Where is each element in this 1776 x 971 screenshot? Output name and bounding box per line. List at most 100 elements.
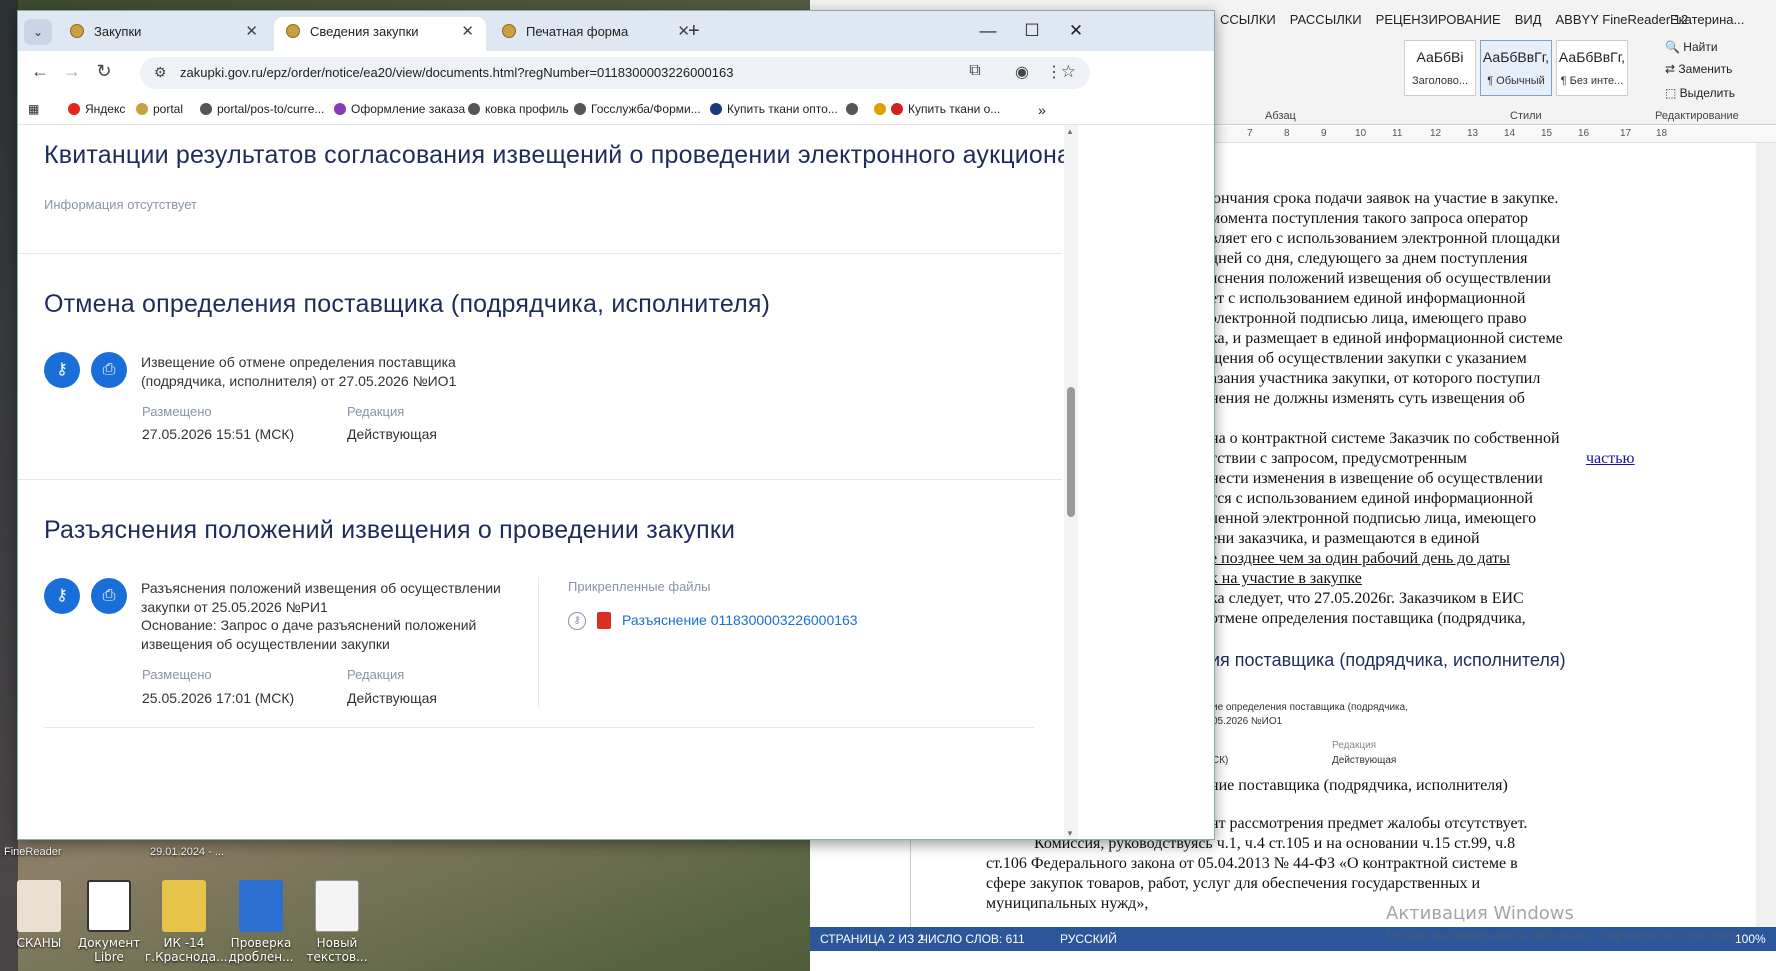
bookmark-globe[interactable] (846, 102, 863, 116)
bookmark-forging[interactable]: ковка профиль (468, 102, 569, 116)
column-separator (538, 577, 539, 707)
url-text[interactable]: zakupki.gov.ru/epz/order/notice/ea20/vie… (180, 65, 733, 80)
bookmark-order[interactable]: Оформление заказа (334, 102, 465, 116)
desktop-icon-label: Документ Libre (77, 936, 141, 964)
activation-subtitle: Чтобы активировать Windows, перейдите в … (1386, 929, 1737, 944)
bookmark-label: Купить ткани о... (908, 102, 1001, 116)
word-vertical-scrollbar[interactable] (1756, 143, 1776, 927)
profile-icon[interactable]: ◉ (1010, 62, 1034, 82)
status-words[interactable]: ЧИСЛО СЛОВ: 611 (920, 932, 1025, 946)
view-signature-button[interactable]: ⚷ (44, 352, 80, 388)
document-link-clarification[interactable]: Разъяснения положений извещения об осуще… (141, 579, 521, 617)
style-normal[interactable]: АаБбВвГг, ¶ Обычный (1480, 40, 1552, 96)
menu-kebab-icon[interactable]: ⋮ (1042, 62, 1066, 82)
style-preview: АаБбВвГг, (1558, 49, 1626, 65)
printer-icon: ⎙ (102, 587, 116, 604)
ribbon-tab[interactable]: ВИД (1515, 12, 1542, 27)
forward-button[interactable]: → (60, 61, 84, 82)
find-label: Найти (1683, 40, 1718, 54)
status-page[interactable]: СТРАНИЦА 2 ИЗ 2 (820, 932, 924, 946)
address-bar[interactable]: ⚙ zakupki.gov.ru/epz/order/notice/ea20/v… (140, 57, 1090, 89)
extensions-icon[interactable]: ⧉ (963, 62, 987, 80)
print-button[interactable]: ⎙ (91, 578, 127, 614)
site-info-icon[interactable]: ⚙ (154, 64, 167, 81)
close-window-button[interactable]: ✕ (1056, 17, 1096, 45)
bookmark-label: ковка профиль (485, 102, 569, 116)
bookmark-label: Купить ткани опто... (727, 102, 838, 116)
tab-search-button[interactable]: ⌄ (24, 19, 52, 45)
attached-file-link[interactable]: Разъяснение 0118300003226000163 (622, 612, 858, 628)
desktop-icon-scans[interactable]: СКАНЫ (0, 880, 78, 950)
tab-procurement-info[interactable]: Сведения закупки ✕ (274, 17, 486, 51)
activation-title: Активация Windows (1386, 903, 1574, 924)
doc-line: отмене определения поставщика (подрядчик… (1210, 610, 1526, 627)
pdf-folder-icon (17, 880, 61, 932)
doc-line: ленной электронной подписью лица, имеюще… (1210, 510, 1537, 527)
desktop-caption-date: 29.01.2024 - ... (150, 846, 224, 858)
reload-button[interactable]: ↻ (92, 61, 116, 82)
bookmark-label: Госслужба/Форми... (591, 102, 701, 116)
minimize-button[interactable]: — (968, 17, 1008, 45)
desktop-icon-check[interactable]: Проверка дроблен... (222, 880, 300, 964)
bookmarks-overflow-icon[interactable]: » (1038, 102, 1046, 118)
zip-folder-icon (162, 880, 206, 932)
ribbon-tab[interactable]: ABBYY FineReader 12 (1556, 12, 1689, 27)
bookmark-gossluzhba[interactable]: Госслужба/Форми... (574, 102, 701, 116)
style-no-spacing[interactable]: АаБбВвГг, ¶ Без инте... (1556, 40, 1628, 96)
scroll-up-arrow-icon[interactable]: ▲ (1066, 127, 1074, 136)
section-title-clarifications: Разъяснения положений извещения о провед… (44, 516, 736, 544)
doc-line: ка следует, что 27.05.2026г. Заказчиком … (1210, 590, 1524, 607)
globe-icon (468, 103, 480, 115)
tab-zakupki[interactable]: Закупки ✕ (58, 17, 270, 51)
bookmark-yandex[interactable]: Яндекс (68, 102, 125, 116)
style-preview: АаБбВвГг, (1482, 49, 1550, 65)
posted-label: Размещено (142, 404, 212, 419)
doc-line: щения об осуществлении закупки с указани… (1210, 350, 1527, 367)
bookmark-portal[interactable]: portal (136, 102, 183, 116)
ribbon-tab[interactable]: РЕЦЕНЗИРОВАНИЕ (1376, 12, 1501, 27)
doc-link-part[interactable]: частью (1586, 450, 1635, 468)
ruler-mark: 16 (1578, 128, 1590, 139)
find-button[interactable]: 🔍 Найти (1665, 40, 1718, 54)
view-signature-button[interactable]: ⚷ (44, 578, 80, 614)
tab-print-form[interactable]: Печатная форма ✕ (490, 17, 702, 51)
emblem-icon (70, 24, 84, 38)
globe-icon (200, 103, 212, 115)
ribbon-tab[interactable]: РАССЫЛКИ (1290, 12, 1362, 27)
select-button[interactable]: ⬚ Выделить (1665, 86, 1735, 100)
replace-button[interactable]: ⇄ Заменить (1665, 62, 1732, 76)
scrollbar-thumb[interactable] (1067, 387, 1075, 517)
status-zoom[interactable]: 100% (1735, 932, 1766, 946)
doc-line: момента поступления такого запроса опера… (1210, 210, 1528, 227)
signature-check-icon[interactable]: ⚷ (568, 612, 586, 630)
ruler-mark: 13 (1467, 128, 1479, 139)
desktop-icon-ik14[interactable]: ИК -14 г.Краснода... (145, 880, 228, 964)
section-divider (18, 253, 1062, 254)
close-tab-icon[interactable]: ✕ (461, 17, 474, 47)
word-user-name[interactable]: Екатерина... (1670, 12, 1744, 27)
doc-line: ет с использованием единой информационно… (1210, 290, 1526, 307)
posted-value: 25.05.2026 17:01 (МСК) (142, 690, 295, 706)
maximize-button[interactable]: ☐ (1012, 17, 1052, 45)
desktop-icon-new-text[interactable]: Новый текстов... (298, 880, 376, 964)
new-tab-button[interactable]: + (688, 17, 700, 45)
bookmark-portal-pos[interactable]: portal/pos-to/curre... (200, 102, 324, 116)
page-scrollbar[interactable]: ▲ ▼ (1064, 125, 1078, 839)
doc-line: дней со дня, следующего за днем поступле… (1210, 250, 1528, 267)
tab-bar: ⌄ Закупки ✕ Сведения закупки ✕ Печатная … (18, 11, 1214, 51)
apps-grid-icon[interactable]: ▦ (28, 102, 39, 116)
status-language[interactable]: РУССКИЙ (1060, 932, 1117, 946)
doc-line: ние поставщика (подрядчика, исполнителя) (1210, 777, 1508, 794)
print-button[interactable]: ⎙ (91, 352, 127, 388)
word-document-icon (239, 880, 283, 932)
ribbon-tab[interactable]: ССЫЛКИ (1220, 12, 1276, 27)
back-button[interactable]: ← (28, 61, 52, 82)
style-heading[interactable]: АаБбВі Заголово... (1404, 40, 1476, 96)
desktop-icon-document-libre[interactable]: Документ Libre (70, 880, 148, 964)
scroll-down-arrow-icon[interactable]: ▼ (1066, 829, 1074, 838)
close-tab-icon[interactable]: ✕ (245, 17, 258, 47)
bookmark-fabrics[interactable]: Купить ткани опто... (710, 102, 838, 116)
ruler-mark: 12 (1430, 128, 1442, 139)
document-link-cancellation[interactable]: Извещение об отмене определения поставщи… (141, 353, 521, 391)
bookmark-fabrics-2[interactable]: Купить ткани о... (874, 102, 1000, 116)
